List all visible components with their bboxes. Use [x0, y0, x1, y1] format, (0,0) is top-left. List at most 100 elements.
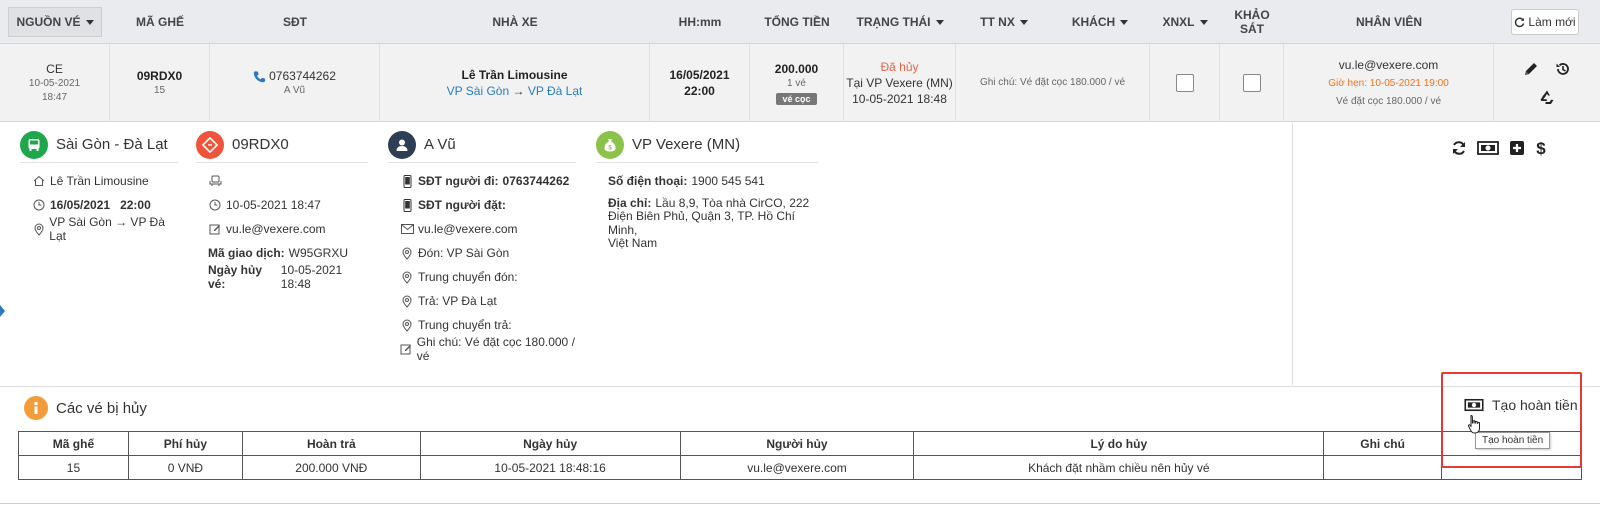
customer-title: A Vũ	[388, 130, 576, 163]
ticket-email: vu.le@vexere.com	[208, 217, 368, 241]
divider	[0, 503, 1600, 504]
bus-icon	[20, 130, 48, 159]
sync-icon[interactable]	[1451, 140, 1467, 156]
ticket-detail-panel: Sài Gòn - Đà Lạt Lê Trần Limousine 16/05…	[8, 123, 1293, 385]
office-title: $ VP Vexere (MN)	[596, 130, 818, 163]
status-filter-dropdown[interactable]: TRẠNG THÁI	[844, 0, 956, 44]
staff-note: Vé đặt cọc 180.000 / vé	[1335, 96, 1442, 107]
cancel-date-label: Ngày hủy vé:	[208, 263, 263, 291]
source-time: 18:47	[41, 92, 68, 103]
phone-book-label: SĐT người đặt:	[418, 198, 506, 212]
departure-date: 16/05/2021	[669, 68, 730, 82]
th-reason: Lý do hủy	[913, 431, 1325, 456]
office-phone-label: Số điện thoại:	[608, 174, 688, 188]
operator-name: Lê Trần Limousine	[461, 68, 568, 82]
cell-phone: 0763744262 A Vũ	[210, 44, 380, 122]
survey-label-line1: KHẢO	[1234, 8, 1270, 22]
transfer-pickup-text: Trung chuyển đón:	[418, 270, 518, 284]
ticket-table-header: NGUỒN VÉ MÃ GHẾ SĐT NHÀ XE HH:mm TỔNG TI…	[0, 0, 1600, 44]
cell-actions	[1494, 44, 1600, 122]
cell-cancel-fee: 0 VNĐ	[127, 455, 243, 480]
route-from[interactable]: VP Sài Gòn	[447, 84, 509, 98]
phone-go-value: 0763744262	[502, 174, 570, 188]
total-amount: 200.000	[774, 62, 819, 76]
trip-operator: Lê Trần Limousine	[32, 169, 178, 193]
status-place: Tại VP Vexere (MN)	[846, 76, 953, 90]
col-header-survey: KHẢO SÁT	[1220, 0, 1284, 44]
phone-book-line: SĐT người đặt:	[400, 193, 576, 217]
edit-pencil-icon[interactable]	[1523, 61, 1539, 77]
ticket-count: 1 vé	[787, 78, 806, 89]
th-cancel-date: Ngày hủy	[419, 431, 681, 456]
svg-text:$: $	[1536, 139, 1546, 157]
table-row[interactable]: CE 10-05-2021 18:47 09RDX0 15 0763744262…	[0, 44, 1600, 122]
refresh-button[interactable]: Làm mới	[1511, 9, 1579, 35]
add-icon[interactable]	[1509, 140, 1525, 156]
refresh-button-label: Làm mới	[1528, 15, 1576, 29]
cell-note	[1323, 455, 1443, 480]
highlight-box	[1441, 372, 1582, 468]
cell-status: Đã hủy Tại VP Vexere (MN) 10-05-2021 18:…	[844, 44, 956, 122]
office-phone: Số điện thoại: 1900 545 541	[608, 169, 818, 193]
cancelled-tickets-table: Mã ghế Phí hủy Hoàn trả Ngày hủy Người h…	[18, 431, 1582, 480]
customer-name-title: A Vũ	[424, 136, 456, 153]
office-address-line1: Lầu 8,9, Tòa nhà CirCO, 222	[655, 196, 810, 210]
office-phone-value: 1900 545 541	[691, 174, 765, 188]
location-pin-icon	[400, 271, 414, 284]
trip-route-text: VP Sài Gòn → VP Đà Lạt	[49, 215, 165, 243]
col-header-seat: MÃ GHẾ	[136, 15, 184, 29]
survey-checkbox[interactable]	[1242, 74, 1261, 92]
departure-time: 22:00	[684, 84, 715, 98]
row-note: Ghi chú: Vé đặt cọc 180.000 / vé	[979, 77, 1126, 88]
phone-link[interactable]: 0763744262	[253, 68, 336, 84]
source-filter-dropdown[interactable]: NGUỒN VÉ	[8, 7, 102, 37]
ticket-type-badge: vé cọc	[776, 93, 817, 105]
ticket-cancel-date: Ngày hủy vé: 10-05-2021 18:48	[208, 263, 368, 291]
location-pin-icon	[400, 295, 414, 308]
cell-departure: 16/05/2021 22:00	[650, 44, 750, 122]
xnxl-checkbox[interactable]	[1175, 74, 1194, 92]
dollar-icon[interactable]: $	[1535, 139, 1547, 157]
customer-email: vu.le@vexere.com	[400, 217, 576, 241]
col-header-total: TỔNG TIỀN	[764, 15, 830, 29]
staff-email: vu.le@vexere.com	[1338, 58, 1439, 72]
trip-info-column: Sài Gòn - Đà Lạt Lê Trần Limousine 16/05…	[20, 130, 178, 243]
table-header-row: Mã ghế Phí hủy Hoàn trả Ngày hủy Người h…	[18, 431, 1582, 456]
detail-toolbar: $	[1451, 139, 1547, 157]
trip-datetime: 16/05/2021 22:00	[32, 193, 178, 217]
user-icon	[388, 130, 416, 159]
history-icon[interactable]	[1555, 61, 1571, 77]
cash-icon[interactable]	[1477, 140, 1499, 156]
customer-name: A Vũ	[283, 85, 306, 96]
office-address-line3: Việt Nam	[608, 236, 658, 250]
phone-icon	[253, 70, 266, 82]
survey-label-line2: SÁT	[1240, 22, 1264, 36]
mobile-icon	[400, 174, 414, 188]
trip-route: VP Sài Gòn → VP Đà Lạt	[32, 215, 178, 243]
xnxl-filter-dropdown[interactable]: XNXL	[1150, 0, 1220, 44]
table-row: 15 0 VNĐ 200.000 VNĐ 10-05-2021 18:48:16…	[18, 455, 1582, 480]
hand-cursor-icon	[1467, 414, 1480, 434]
trip-operator-name: Lê Trần Limousine	[50, 174, 149, 188]
ticket-created: 10-05-2021 18:47	[208, 193, 368, 217]
transfer-pickup-line: Trung chuyển đón:	[400, 265, 576, 289]
row-actions-top	[1523, 61, 1571, 77]
th-cancel-fee: Phí hủy	[127, 431, 243, 456]
cell-cancel-date: 10-05-2021 18:48:16	[419, 455, 681, 480]
route-to[interactable]: VP Đà Lạt	[528, 84, 582, 98]
office-address-label: Địa chỉ:	[608, 196, 652, 210]
staff-appointment: Giờ hẹn: 10-05-2021 19:00	[1328, 78, 1449, 89]
recycle-icon[interactable]	[1539, 89, 1555, 105]
th-refund: Hoàn trả	[241, 431, 421, 456]
ttnx-filter-dropdown[interactable]: TT NX	[956, 0, 1052, 44]
cancelled-tickets-section: Các vé bị hủy Tạo hoàn tiền Mã ghế Phí h…	[0, 386, 1600, 510]
seat-code: 09RDX0	[136, 69, 183, 83]
customer-filter-dropdown[interactable]: KHÁCH	[1052, 0, 1148, 44]
ticket-icon	[196, 130, 224, 159]
cell-canceller: vu.le@vexere.com	[679, 455, 915, 480]
source-date: 10-05-2021	[28, 78, 81, 89]
location-pin-icon	[32, 223, 45, 236]
cell-survey	[1220, 44, 1284, 122]
cell-source: CE 10-05-2021 18:47	[0, 44, 110, 122]
pickup-line: Đón: VP Sài Gòn	[400, 241, 576, 265]
